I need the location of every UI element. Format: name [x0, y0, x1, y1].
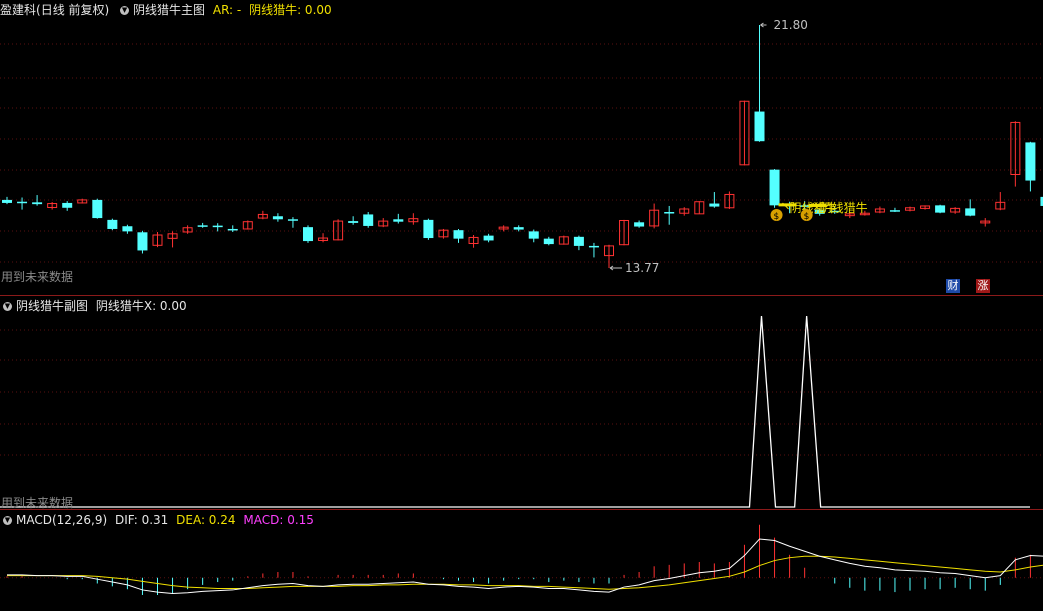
candle-body — [709, 203, 720, 207]
candle-body — [348, 221, 359, 223]
candle-body — [769, 169, 780, 206]
money-bag-symbol: $ — [774, 212, 780, 222]
macd-chart[interactable] — [0, 510, 1043, 611]
rise-tag-icon[interactable]: 涨 — [976, 279, 990, 293]
candle-body — [423, 219, 434, 239]
candle-body — [543, 238, 554, 245]
candle-body — [92, 199, 103, 219]
candle-body — [17, 201, 28, 204]
signal-line — [0, 315, 1030, 508]
candlestick-chart[interactable]: 21.8013.77$阴线猎牛$阴线猎牛 — [0, 0, 1043, 295]
finance-tag-icon[interactable]: 财 — [946, 279, 960, 293]
candle-body — [393, 219, 404, 222]
candle-body — [1025, 142, 1036, 181]
candle-body — [513, 227, 524, 230]
money-bag-symbol: $ — [804, 212, 810, 222]
candle-body — [107, 219, 118, 229]
candle-body — [634, 222, 645, 227]
candle-body — [62, 202, 73, 208]
candle-body — [272, 216, 283, 220]
candle-body — [754, 111, 765, 142]
candle-body — [227, 228, 238, 231]
high-marker — [760, 22, 767, 28]
sub-chart-panel[interactable]: ▼ 阴线猎牛副图 阴线猎牛X: 0.00 用到未来数据 — [0, 296, 1043, 510]
candle-body — [889, 210, 900, 212]
candle-body — [197, 225, 208, 227]
candle-body — [287, 219, 298, 221]
dif-line — [7, 538, 1043, 595]
candle-body — [363, 214, 374, 226]
candle-body — [303, 227, 313, 242]
candle-body — [528, 231, 539, 239]
candle-body — [588, 245, 599, 248]
candle-body — [664, 212, 675, 214]
signal-text-2: 阴线猎牛 — [820, 200, 868, 215]
candle-body — [483, 235, 494, 241]
candle-body — [2, 199, 12, 203]
low-price-label: 13.77 — [625, 261, 659, 275]
candle-body — [453, 230, 464, 239]
low-marker — [609, 265, 622, 271]
candle-body — [935, 205, 946, 213]
future-data-note: 用到未来数据 — [1, 270, 74, 284]
macd-panel[interactable]: ▼ MACD(12,26,9) DIF: 0.31 DEA: 0.24 MACD:… — [0, 510, 1043, 611]
candle-body — [122, 226, 133, 232]
candle-body — [137, 232, 148, 251]
candle-body — [32, 202, 43, 205]
main-chart-panel[interactable]: 盈建科(日线 前复权) ▼ 阴线猎牛主图 AR: - 阴线猎牛: 0.00 21.… — [0, 0, 1043, 295]
dea-line — [7, 555, 1043, 590]
candle-body — [212, 225, 223, 228]
signal-line-chart[interactable] — [0, 296, 1043, 509]
candle-body — [573, 236, 584, 246]
candle-body — [965, 208, 976, 216]
high-price-label: 21.80 — [774, 18, 808, 32]
